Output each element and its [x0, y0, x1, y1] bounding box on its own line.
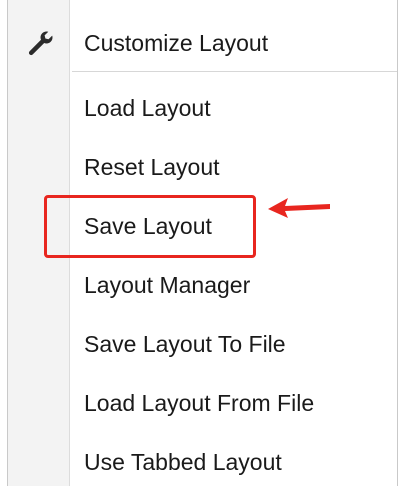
wrench-icon: [24, 27, 56, 59]
layout-context-menu: Customize Layout Load Layout Reset Layou…: [7, 0, 398, 486]
menu-item-save-layout-to-file[interactable]: Save Layout To File: [8, 319, 397, 369]
menu-item-label: Customize Layout: [84, 29, 269, 56]
menu-separator: [72, 71, 397, 72]
menu-item-load-layout[interactable]: Load Layout: [8, 83, 397, 133]
menu-item-label: Reset Layout: [84, 153, 220, 180]
menu-item-load-layout-from-file[interactable]: Load Layout From File: [8, 378, 397, 428]
menu-item-layout-manager[interactable]: Layout Manager: [8, 260, 397, 310]
annotation-arrow-icon: [268, 198, 330, 218]
menu-item-save-layout[interactable]: Save Layout: [8, 201, 397, 251]
menu-item-label: Save Layout To File: [84, 330, 286, 357]
menu-item-label: Layout Manager: [84, 271, 251, 298]
menu-item-label: Save Layout: [84, 212, 212, 239]
menu-item-reset-layout[interactable]: Reset Layout: [8, 142, 397, 192]
menu-item-label: Load Layout From File: [84, 389, 315, 416]
menu-item-customize-layout[interactable]: Customize Layout: [8, 18, 397, 68]
menu-item-label: Load Layout: [84, 94, 211, 121]
menu-item-use-tabbed-layout[interactable]: Use Tabbed Layout: [8, 437, 397, 487]
menu-item-label: Use Tabbed Layout: [84, 448, 282, 475]
